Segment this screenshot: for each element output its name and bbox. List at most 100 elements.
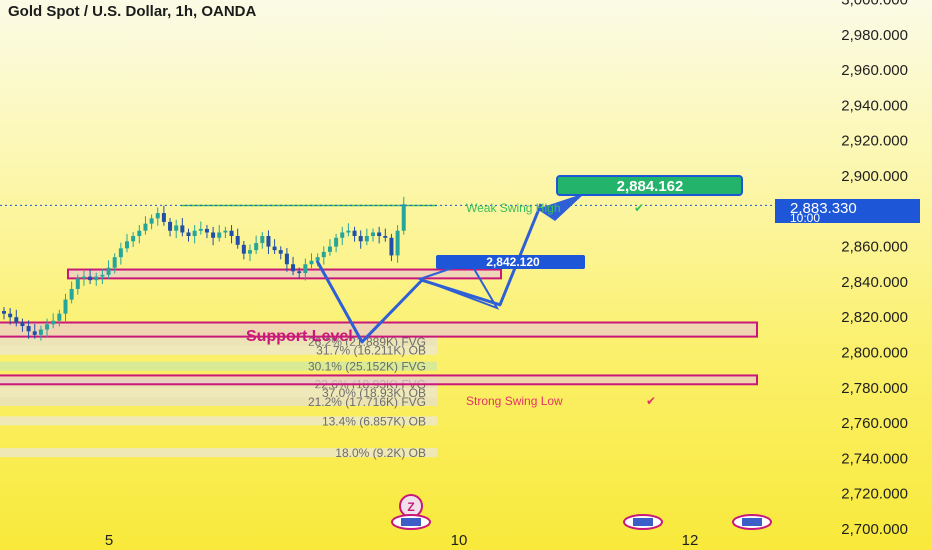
- candle-body: [131, 236, 136, 242]
- candle-body: [125, 241, 129, 249]
- price-tick-label: 2,820.000: [841, 309, 908, 326]
- price-tick-label: 2,960.000: [841, 62, 908, 79]
- check-icon: ✔: [646, 394, 656, 408]
- candle-body: [186, 232, 191, 237]
- candle: [192, 225, 197, 244]
- zone-label: 18.0% (9.2K) OB: [335, 446, 426, 460]
- price-axis[interactable]: 3,000.000 2,980.000 2,960.000 2,940.000 2,92…: [773, 0, 932, 550]
- time-tick-label: 12: [682, 532, 699, 549]
- candle-body: [94, 276, 99, 281]
- candle: [168, 218, 173, 237]
- candle: [143, 216, 148, 235]
- candle-body: [8, 313, 13, 318]
- price-chart[interactable]: 26.2% (21.889K) FVG31.7% (16.211K) OB30.…: [0, 0, 932, 550]
- candle-body: [389, 237, 394, 256]
- candle-body: [168, 221, 173, 231]
- candle: [204, 225, 209, 239]
- candle: [131, 232, 136, 247]
- candle: [272, 239, 277, 255]
- event-icon[interactable]: Z: [399, 494, 423, 518]
- candle-body: [315, 257, 320, 261]
- candle: [266, 230, 271, 255]
- candle: [260, 232, 265, 249]
- candle: [174, 219, 179, 239]
- candle: [155, 207, 160, 226]
- candle: [364, 228, 369, 246]
- price-tick-label: 2,740.000: [841, 450, 908, 467]
- candle: [149, 214, 154, 230]
- candle-body: [340, 232, 345, 238]
- zone-label: 31.7% (16.211K) OB: [316, 344, 426, 358]
- candle-body: [137, 230, 142, 237]
- candle-body: [272, 246, 277, 251]
- candle: [389, 233, 394, 262]
- candle-body: [284, 253, 289, 265]
- candle-body: [395, 230, 400, 256]
- candle: [395, 225, 400, 263]
- candle-body: [75, 278, 80, 289]
- candle: [161, 205, 166, 226]
- candle: [327, 239, 332, 256]
- candle: [254, 235, 259, 255]
- price-tick-label: 2,940.000: [841, 97, 908, 114]
- time-axis[interactable]: 5 10 12: [105, 532, 699, 549]
- price-tick-label: 2,800.000: [841, 345, 908, 362]
- candle: [321, 246, 326, 265]
- candle-body: [260, 236, 265, 244]
- candle-body: [309, 260, 314, 265]
- check-icon: ✔: [634, 201, 644, 215]
- candle-body: [63, 299, 68, 314]
- price-tick-label: 2,780.000: [841, 380, 908, 397]
- candle: [69, 281, 74, 304]
- candle-body: [32, 331, 37, 335]
- price-tick-label: 2,720.000: [841, 486, 908, 503]
- us-flag-icon[interactable]: [623, 514, 663, 530]
- candle-body: [192, 230, 197, 237]
- candle: [383, 228, 388, 242]
- candle-body: [223, 230, 228, 233]
- candle-body: [69, 288, 74, 300]
- support-level-label: Support Level: [246, 328, 353, 345]
- us-flag-icon[interactable]: [391, 514, 431, 530]
- price-tick-label: 2,860.000: [841, 239, 908, 256]
- candle-body: [112, 257, 117, 268]
- candle-body: [14, 317, 19, 323]
- candle-body: [241, 244, 246, 254]
- candle-body: [106, 267, 111, 275]
- candle-body: [229, 230, 234, 237]
- candle: [118, 242, 123, 265]
- candle-body: [254, 243, 259, 251]
- candle-body: [248, 250, 252, 254]
- time-tick-label: 5: [105, 532, 113, 549]
- strong-swing-low-label: Strong Swing Low: [466, 394, 563, 408]
- candle: [137, 225, 142, 244]
- svg-text:Z: Z: [407, 500, 414, 514]
- price-tick-label: 2,700.000: [841, 521, 908, 538]
- zone-label: 30.1% (25.152K) FVG: [308, 360, 426, 374]
- retest-price-tag: 2,842.120: [436, 255, 585, 269]
- candle-body: [143, 223, 148, 231]
- price-tick-label: 2,900.000: [841, 168, 908, 185]
- candle: [352, 226, 357, 242]
- candle-body: [327, 246, 332, 252]
- candle: [334, 233, 339, 253]
- price-tick-label: 2,920.000: [841, 133, 908, 150]
- price-tick-label: 2,760.000: [841, 415, 908, 432]
- candle: [371, 228, 375, 242]
- candle-body: [100, 274, 105, 277]
- time-tick-label: 10: [451, 532, 468, 549]
- candle: [309, 253, 314, 269]
- candle-body: [204, 228, 209, 233]
- price-tick-label: 2,980.000: [841, 27, 908, 44]
- us-flag-icon[interactable]: [732, 514, 772, 530]
- candle-body: [278, 250, 283, 254]
- candle-body: [118, 248, 123, 258]
- candle-body: [26, 326, 31, 332]
- candle: [229, 225, 234, 244]
- candle: [125, 233, 129, 253]
- candle-body: [211, 232, 216, 238]
- zone-label: 13.4% (6.857K) OB: [322, 414, 426, 428]
- candle-body: [235, 236, 240, 245]
- candle-body: [20, 322, 25, 327]
- candle: [401, 196, 406, 235]
